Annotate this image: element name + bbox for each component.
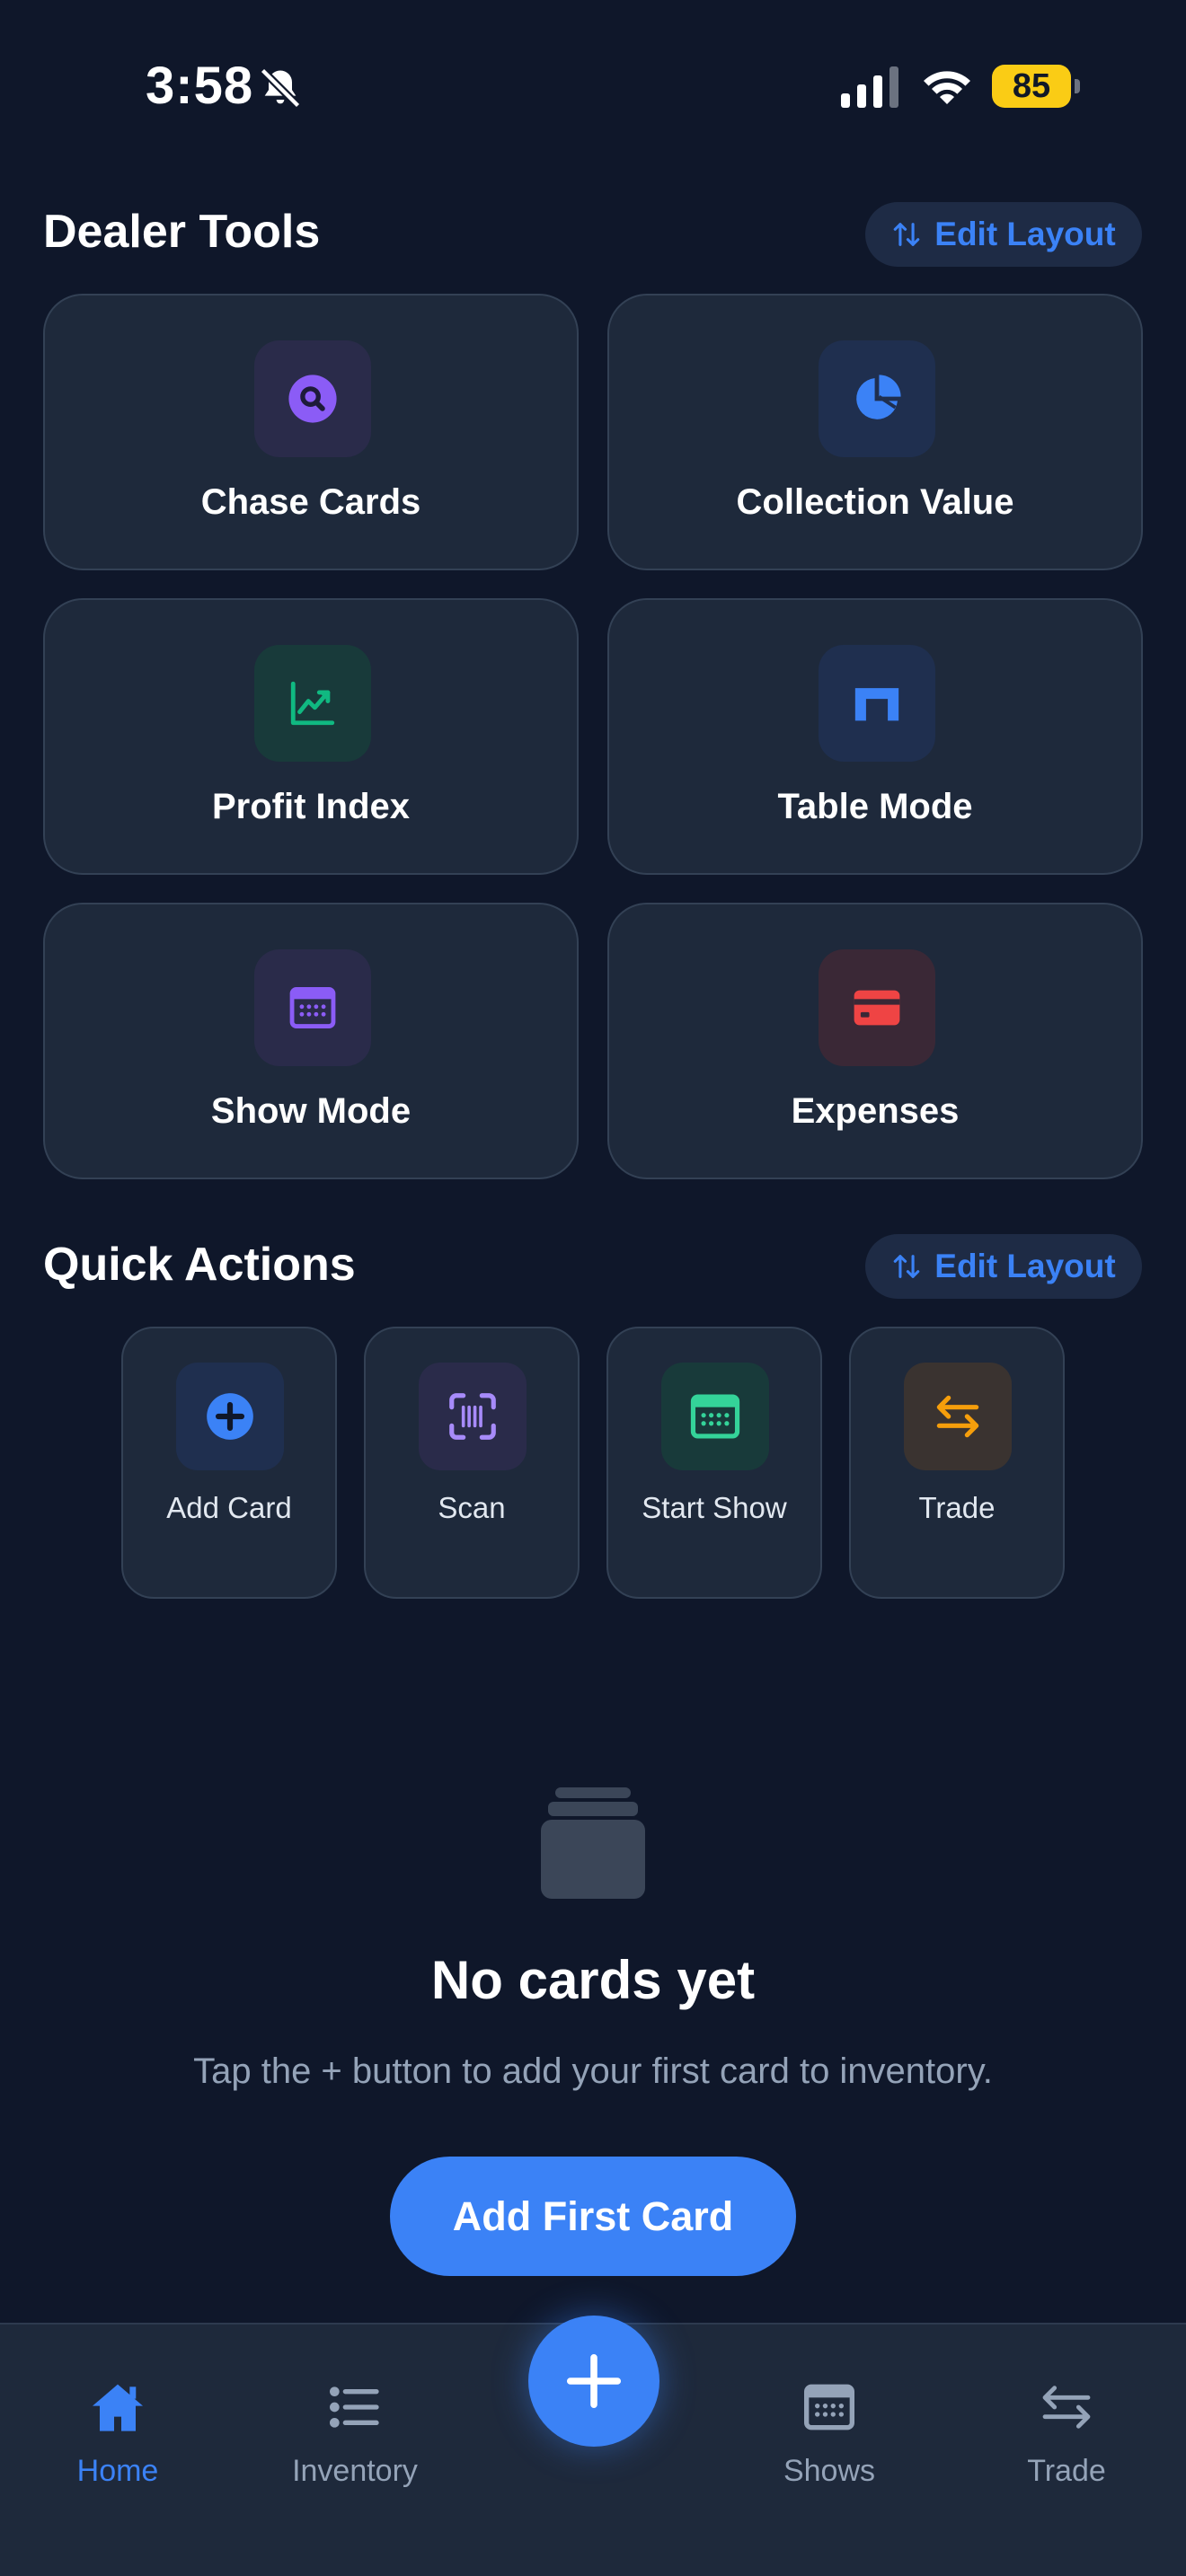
add-card-fab[interactable] bbox=[528, 2316, 659, 2447]
tool-table-mode[interactable]: Table Mode bbox=[607, 598, 1143, 875]
edit-layout-label: Edit Layout bbox=[934, 216, 1116, 252]
tool-label: Show Mode bbox=[210, 1091, 412, 1131]
sort-arrows-icon bbox=[893, 1255, 920, 1278]
tool-label: Table Mode bbox=[777, 787, 973, 826]
calendar-icon bbox=[690, 1394, 740, 1439]
tool-collection-value[interactable]: Collection Value bbox=[607, 294, 1143, 570]
tool-icon-box bbox=[819, 340, 935, 457]
swap-arrows-icon bbox=[936, 1395, 979, 1438]
empty-state-title: No cards yet bbox=[430, 1950, 756, 2010]
calendar-icon bbox=[804, 2384, 854, 2430]
tab-shows[interactable]: Shows bbox=[721, 2378, 937, 2522]
qa-label: Scan bbox=[438, 1491, 506, 1524]
tool-icon-box bbox=[254, 340, 371, 457]
battery-tip bbox=[1075, 79, 1080, 93]
tab-trade[interactable]: Trade bbox=[959, 2378, 1174, 2522]
battery-indicator: 85 bbox=[992, 65, 1080, 108]
sort-arrows-icon bbox=[893, 223, 920, 246]
cellular-signal-icon bbox=[841, 66, 898, 108]
tab-home[interactable]: Home bbox=[10, 2378, 226, 2522]
tab-label: Home bbox=[76, 2454, 159, 2488]
tool-icon-box bbox=[254, 949, 371, 1066]
table-icon bbox=[854, 688, 899, 721]
dealer-tools-edit-layout-button[interactable]: Edit Layout bbox=[865, 202, 1142, 267]
plus-circle-icon bbox=[207, 1393, 253, 1440]
tool-expenses[interactable]: Expenses bbox=[607, 903, 1143, 1179]
pie-chart-icon bbox=[856, 375, 901, 419]
status-time: 3:58 bbox=[146, 57, 254, 115]
barcode-scan-icon bbox=[449, 1393, 496, 1440]
qa-icon-box bbox=[904, 1363, 1012, 1470]
add-first-card-button[interactable]: Add First Card bbox=[390, 2157, 796, 2276]
calendar-icon bbox=[289, 987, 336, 1028]
qa-icon-box bbox=[419, 1363, 527, 1470]
card-stack-icon bbox=[541, 1787, 645, 1899]
quick-action-start-show[interactable]: Start Show bbox=[606, 1327, 822, 1599]
wifi-icon bbox=[924, 71, 970, 104]
battery-level: 85 bbox=[1012, 67, 1051, 105]
trend-up-icon bbox=[290, 681, 335, 726]
plus-icon bbox=[566, 2353, 622, 2409]
tool-label: Expenses bbox=[791, 1091, 960, 1131]
tab-label: Shows bbox=[783, 2454, 876, 2488]
tool-icon-box bbox=[819, 949, 935, 1066]
tool-chase-cards[interactable]: Chase Cards bbox=[43, 294, 579, 570]
edit-layout-label: Edit Layout bbox=[934, 1248, 1116, 1284]
dealer-tools-title: Dealer Tools bbox=[43, 206, 321, 258]
quick-actions-title: Quick Actions bbox=[43, 1239, 356, 1291]
tool-show-mode[interactable]: Show Mode bbox=[43, 903, 579, 1179]
qa-icon-box bbox=[176, 1363, 284, 1470]
list-icon bbox=[330, 2386, 379, 2428]
qa-label: Trade bbox=[918, 1491, 996, 1524]
status-bar: 3:58 85 bbox=[0, 0, 1186, 171]
tool-profit-index[interactable]: Profit Index bbox=[43, 598, 579, 875]
tab-inventory[interactable]: Inventory bbox=[247, 2378, 463, 2522]
empty-state-description: Tap the + button to add your first card … bbox=[193, 2051, 993, 2091]
bell-slash-icon bbox=[260, 67, 301, 109]
tool-label: Collection Value bbox=[736, 482, 1014, 522]
qa-label: Start Show bbox=[642, 1491, 787, 1524]
quick-action-trade[interactable]: Trade bbox=[849, 1327, 1065, 1599]
tool-label: Chase Cards bbox=[200, 482, 421, 522]
swap-arrows-icon bbox=[1042, 2386, 1091, 2429]
credit-card-icon bbox=[854, 990, 900, 1026]
quick-actions-edit-layout-button[interactable]: Edit Layout bbox=[865, 1234, 1142, 1299]
qa-icon-box bbox=[661, 1363, 769, 1470]
magnifier-icon bbox=[288, 375, 337, 423]
tool-label: Profit Index bbox=[211, 787, 411, 826]
tool-icon-box bbox=[254, 645, 371, 762]
qa-label: Add Card bbox=[166, 1491, 292, 1524]
tab-label: Trade bbox=[1027, 2454, 1106, 2488]
quick-action-add-card[interactable]: Add Card bbox=[121, 1327, 337, 1599]
tab-label: Inventory bbox=[292, 2454, 418, 2488]
quick-action-scan[interactable]: Scan bbox=[364, 1327, 580, 1599]
home-icon bbox=[93, 2384, 143, 2431]
tool-icon-box bbox=[819, 645, 935, 762]
